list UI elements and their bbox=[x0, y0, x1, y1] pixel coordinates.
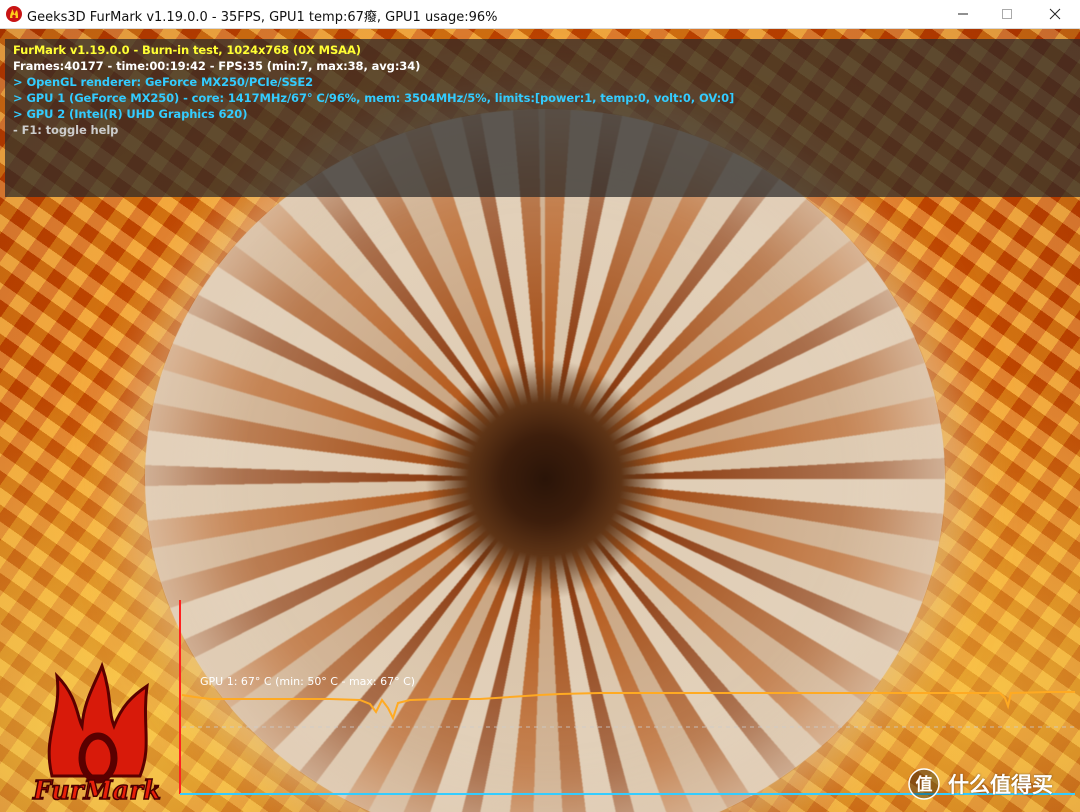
zhi-logo-icon: 值 bbox=[908, 768, 940, 800]
svg-text:FurMark: FurMark bbox=[32, 776, 161, 806]
svg-text:值: 值 bbox=[916, 774, 933, 795]
watermark: 值 什么值得买 bbox=[908, 768, 1053, 800]
watermark-text: 什么值得买 bbox=[948, 773, 1053, 797]
graph-temp-line bbox=[181, 691, 1075, 721]
furmark-logo: FurMark bbox=[31, 661, 162, 806]
graph-label: GPU 1: 67° C (min: 50° C - max: 67° C) bbox=[200, 675, 416, 688]
